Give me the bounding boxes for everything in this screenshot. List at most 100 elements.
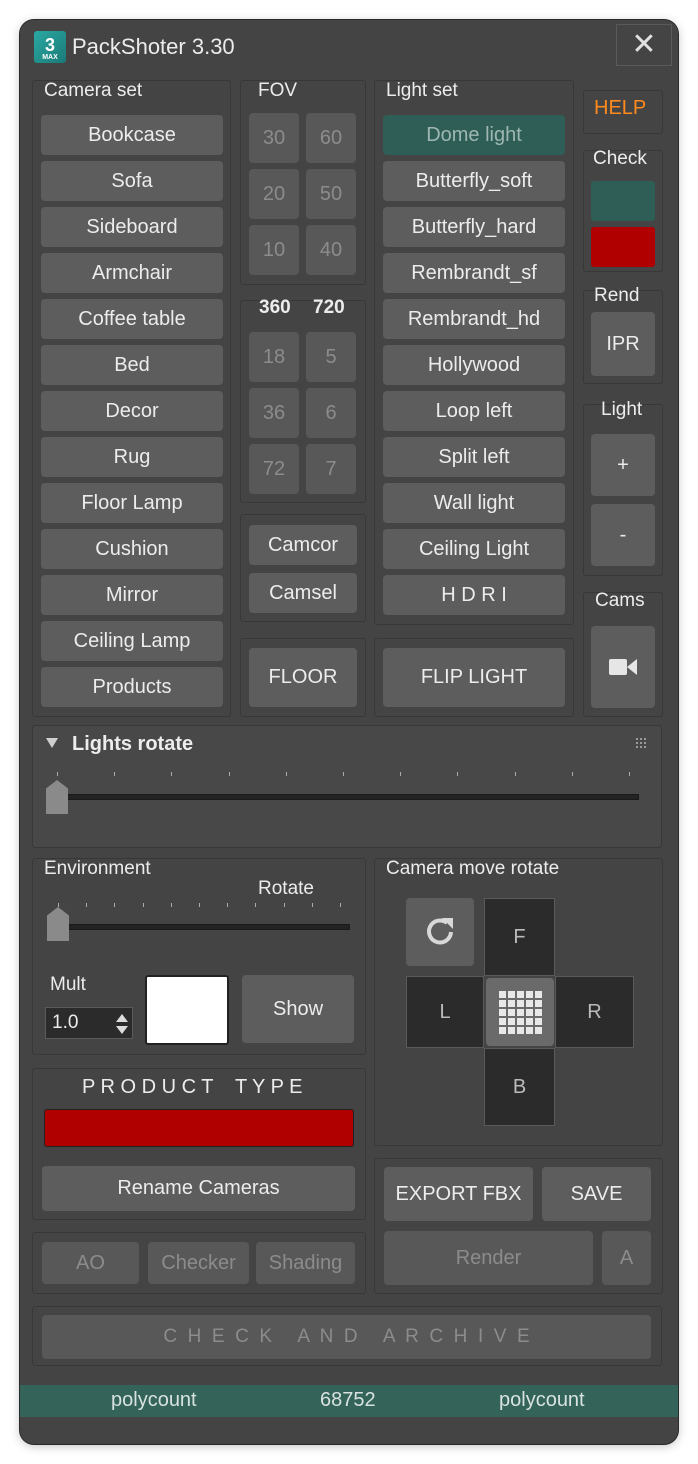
mult-value: 1.0 (52, 1012, 79, 1033)
light-split-left-button[interactable]: Split left (383, 437, 565, 477)
camera-cushion-button[interactable]: Cushion (41, 529, 223, 569)
frames-5-button[interactable]: 5 (306, 332, 356, 382)
render-a-button[interactable]: A (602, 1231, 651, 1285)
light-loop-left-button[interactable]: Loop left (383, 391, 565, 431)
light-ceiling-light-button[interactable]: Ceiling Light (383, 529, 565, 569)
flip-light-button[interactable]: FLIP LIGHT (383, 648, 565, 707)
check-color-red[interactable] (591, 227, 655, 267)
center-grid-button[interactable] (486, 978, 554, 1046)
fov-30-button[interactable]: 30 (249, 113, 299, 163)
reset-rotate-button[interactable] (406, 898, 474, 966)
environment-rotate-tick (142, 903, 144, 907)
lights-rotate-tick (571, 772, 573, 776)
camera-products-button[interactable]: Products (41, 667, 223, 707)
view-shading-button[interactable]: Shading (256, 1242, 355, 1284)
lights-rotate-tick (514, 772, 516, 776)
frames-720-label: 720 (313, 297, 345, 318)
check-color-teal[interactable] (591, 181, 655, 221)
fov-40-button[interactable]: 40 (306, 225, 356, 275)
camera-sofa-button[interactable]: Sofa (41, 161, 223, 201)
lights-rotate-tick (57, 772, 58, 776)
fov-50-button[interactable]: 50 (306, 169, 356, 219)
camera-armchair-button[interactable]: Armchair (41, 253, 223, 293)
environment-rotate-tick (170, 903, 172, 907)
rename-cameras-button[interactable]: Rename Cameras (42, 1166, 355, 1211)
light-h-d-r-i-button[interactable]: H D R I (383, 575, 565, 615)
environment-color-swatch[interactable] (145, 975, 229, 1045)
frames-18-button[interactable]: 18 (249, 332, 299, 382)
light-wall-light-button[interactable]: Wall light (383, 483, 565, 523)
move-forward-button[interactable]: F (484, 898, 555, 976)
camera-coffee-table-button[interactable]: Coffee table (41, 299, 223, 339)
frames-360-label: 360 (259, 297, 291, 318)
save-button[interactable]: SAVE (542, 1167, 651, 1221)
camsel-button[interactable]: Camsel (249, 573, 357, 613)
light-rembrandt-sf-button[interactable]: Rembrandt_sf (383, 253, 565, 293)
light-rembrandt-hd-button[interactable]: Rembrandt_hd (383, 299, 565, 339)
environment-rotate-tick (255, 903, 257, 907)
move-back-button[interactable]: B (484, 1048, 555, 1126)
lights-rotate-tick (285, 772, 287, 776)
3dsmax-logo-icon: 3 MAX (34, 31, 66, 63)
light-dome-light-button[interactable]: Dome light (383, 115, 565, 155)
lights-rotate-tick (114, 772, 116, 776)
status-right-label: polycount (499, 1389, 585, 1411)
camera-sideboard-button[interactable]: Sideboard (41, 207, 223, 247)
view-ao-button[interactable]: AO (42, 1242, 139, 1284)
drag-grip-icon[interactable] (636, 738, 648, 748)
light-plus-button[interactable]: + (591, 434, 655, 496)
light-hollywood-button[interactable]: Hollywood (383, 345, 565, 385)
ipr-button[interactable]: IPR (591, 312, 655, 376)
polycount-value: 68752 (320, 1389, 376, 1411)
show-button[interactable]: Show (242, 975, 354, 1043)
camera-bookcase-button[interactable]: Bookcase (41, 115, 223, 155)
spinner-arrows-icon[interactable] (116, 1014, 128, 1034)
light-minus-button[interactable]: - (591, 504, 655, 566)
environment-rotate-tick (58, 903, 59, 907)
grid-icon (499, 991, 542, 1034)
lights-rotate-label: Lights rotate (72, 733, 194, 755)
floor-button[interactable]: FLOOR (249, 648, 357, 707)
frames-6-button[interactable]: 6 (306, 388, 356, 438)
export-fbx-button[interactable]: EXPORT FBX (384, 1167, 533, 1221)
fov-60-button[interactable]: 60 (306, 113, 356, 163)
camera-rug-button[interactable]: Rug (41, 437, 223, 477)
light-butterfly-hard-button[interactable]: Butterfly_hard (383, 207, 565, 247)
rotate-refresh-icon (427, 918, 453, 945)
lights-rotate-tick (171, 772, 173, 776)
camera-ceiling-lamp-button[interactable]: Ceiling Lamp (41, 621, 223, 661)
frames-36-button[interactable]: 36 (249, 388, 299, 438)
rend-label: Rend (594, 285, 640, 306)
camcor-button[interactable]: Camcor (249, 525, 357, 565)
lights-rotate-tick (457, 772, 459, 776)
fov-label: FOV (258, 80, 298, 101)
view-checker-button[interactable]: Checker (148, 1242, 249, 1284)
camera-floor-lamp-button[interactable]: Floor Lamp (41, 483, 223, 523)
environment-rotate-tick (283, 903, 285, 907)
mult-spinner[interactable]: 1.0 (45, 1007, 133, 1039)
camera-bed-button[interactable]: Bed (41, 345, 223, 385)
camera-decor-button[interactable]: Decor (41, 391, 223, 431)
fov-10-button[interactable]: 10 (249, 225, 299, 275)
product-type-color[interactable] (44, 1109, 354, 1147)
light-butterfly-soft-button[interactable]: Butterfly_soft (383, 161, 565, 201)
environment-rotate-tick (340, 903, 341, 907)
frames-7-button[interactable]: 7 (306, 444, 356, 494)
close-button[interactable]: ✕ (616, 24, 672, 66)
help-button[interactable]: HELP (594, 97, 646, 120)
fov-20-button[interactable]: 20 (249, 169, 299, 219)
lights-rotate-tick (228, 772, 230, 776)
move-left-button[interactable]: L (406, 976, 484, 1048)
logo-number: 3 (44, 35, 55, 55)
camera-mirror-button[interactable]: Mirror (41, 575, 223, 615)
environment-rotate-tick (114, 903, 116, 907)
frames-72-button[interactable]: 72 (249, 444, 299, 494)
lights-rotate-track[interactable] (46, 794, 639, 800)
collapse-triangle-icon[interactable] (46, 738, 58, 748)
check-and-archive-button[interactable]: C H E C K A N D A R C H I V E (42, 1315, 651, 1359)
move-right-button[interactable]: R (555, 976, 634, 1048)
environment-rotate-track[interactable] (47, 924, 350, 930)
status-bar: polycount 68752 polycount (20, 1385, 678, 1417)
cams-button[interactable] (591, 626, 655, 708)
render-button[interactable]: Render (384, 1231, 593, 1285)
